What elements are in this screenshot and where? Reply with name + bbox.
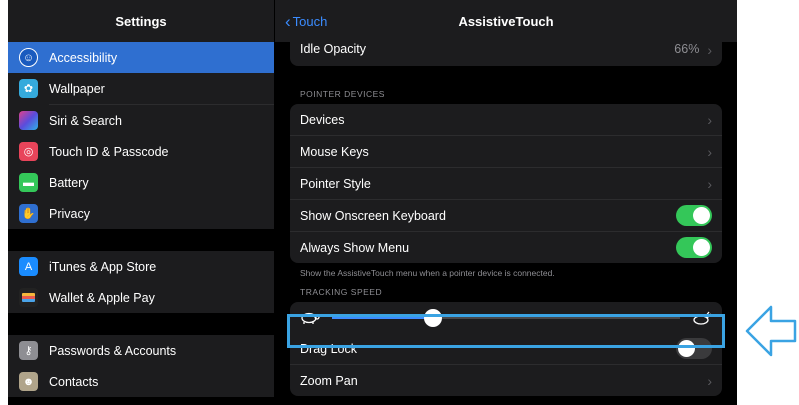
contacts-icon: ☻ [19, 372, 38, 391]
hand-icon: ✋ [19, 204, 38, 223]
idle-opacity-row[interactable]: Idle Opacity 66% › [290, 42, 722, 66]
mouse-keys-row[interactable]: Mouse Keys › [290, 135, 722, 167]
row-label: Show Onscreen Keyboard [300, 208, 446, 223]
row-label: Idle Opacity [300, 42, 367, 56]
sidebar-item-label: Battery [49, 175, 89, 190]
sidebar-item-label: Accessibility [49, 50, 118, 65]
navigation-bar: ‹ Touch AssistiveTouch [275, 0, 737, 42]
chevron-right-icon: › [707, 111, 712, 128]
sidebar-item-label: iTunes & App Store [49, 259, 157, 274]
sidebar-item-privacy[interactable]: ✋ Privacy [8, 198, 274, 229]
chevron-right-icon: › [707, 372, 712, 389]
section-header-pointer-devices: POINTER DEVICES [300, 89, 385, 99]
row-label: Always Show Menu [300, 240, 410, 255]
row-label: Zoom Pan [300, 373, 358, 388]
idle-opacity-value: 66% [674, 42, 700, 56]
sidebar-item-label: Privacy [49, 206, 90, 221]
pointer-devices-group: Devices › Mouse Keys › Pointer Style › S… [290, 104, 722, 263]
sidebar-item-label: Touch ID & Passcode [49, 144, 169, 159]
wallet-icon [19, 288, 38, 307]
sidebar-item-label: Wallet & Apple Pay [49, 290, 155, 305]
sidebar-gap [8, 229, 274, 251]
sidebar-item-app-store[interactable]: A iTunes & App Store [8, 251, 274, 282]
sidebar-item-wallet[interactable]: Wallet & Apple Pay [8, 282, 274, 313]
pointer-devices-footer: Show the AssistiveTouch menu when a poin… [300, 268, 555, 278]
section-header-tracking-speed: TRACKING SPEED [300, 287, 383, 297]
pointer-style-row[interactable]: Pointer Style › [290, 167, 722, 199]
battery-icon: ▬ [19, 173, 38, 192]
sidebar-item-accessibility[interactable]: ☺ Accessibility [8, 42, 274, 73]
zoom-pan-row[interactable]: Zoom Pan › [290, 364, 722, 396]
settings-sidebar: Settings ☺ Accessibility ✿ Wallpaper Sir… [8, 0, 274, 405]
back-label: Touch [292, 13, 328, 29]
sidebar-item-battery[interactable]: ▬ Battery [8, 167, 274, 198]
sidebar-title: Settings [8, 0, 274, 42]
toggle-knob [693, 207, 710, 224]
idle-opacity-group: Idle Opacity 66% › [290, 42, 722, 66]
wallpaper-icon: ✿ [19, 79, 38, 98]
sidebar-item-label: Contacts [49, 374, 99, 389]
always-show-menu-row: Always Show Menu [290, 231, 722, 263]
sidebar-item-siri[interactable]: Siri & Search [8, 105, 274, 136]
sidebar-gap [8, 313, 274, 335]
siri-icon [19, 111, 38, 130]
sidebar-item-wallpaper[interactable]: ✿ Wallpaper [8, 73, 274, 104]
show-onscreen-keyboard-toggle[interactable] [676, 205, 712, 226]
row-label: Mouse Keys [300, 144, 369, 159]
sidebar-item-touch-id[interactable]: ◎ Touch ID & Passcode [8, 136, 274, 167]
app-store-icon: A [19, 257, 38, 276]
sidebar-item-passwords[interactable]: ⚷ Passwords & Accounts [8, 335, 274, 366]
sidebar-item-contacts[interactable]: ☻ Contacts [8, 366, 274, 397]
chevron-right-icon: › [707, 175, 712, 192]
chevron-left-icon: ‹ [285, 11, 291, 31]
row-label: Pointer Style [300, 176, 371, 191]
sidebar-item-label: Siri & Search [49, 113, 122, 128]
sidebar-group-3: ⚷ Passwords & Accounts ☻ Contacts [8, 335, 274, 397]
arrow-left-icon [745, 305, 797, 357]
accessibility-icon: ☺ [19, 48, 38, 67]
chevron-right-icon: › [707, 143, 712, 160]
sidebar-item-label: Passwords & Accounts [49, 343, 177, 358]
always-show-menu-toggle[interactable] [676, 237, 712, 258]
page-title: AssistiveTouch [458, 13, 554, 29]
sidebar-item-label: Wallpaper [49, 81, 105, 96]
sidebar-group-2: A iTunes & App Store Wallet & Apple Pay [8, 251, 274, 313]
key-icon: ⚷ [19, 341, 38, 360]
sidebar-group-1: ☺ Accessibility ✿ Wallpaper Siri & Searc… [8, 42, 274, 229]
fingerprint-icon: ◎ [19, 142, 38, 161]
row-label: Devices [300, 112, 345, 127]
devices-row[interactable]: Devices › [290, 104, 722, 135]
toggle-knob [693, 239, 710, 256]
back-button[interactable]: ‹ Touch [285, 13, 327, 30]
tracking-speed-highlight [287, 314, 725, 348]
show-onscreen-keyboard-row: Show Onscreen Keyboard [290, 199, 722, 231]
chevron-right-icon: › [707, 42, 712, 58]
